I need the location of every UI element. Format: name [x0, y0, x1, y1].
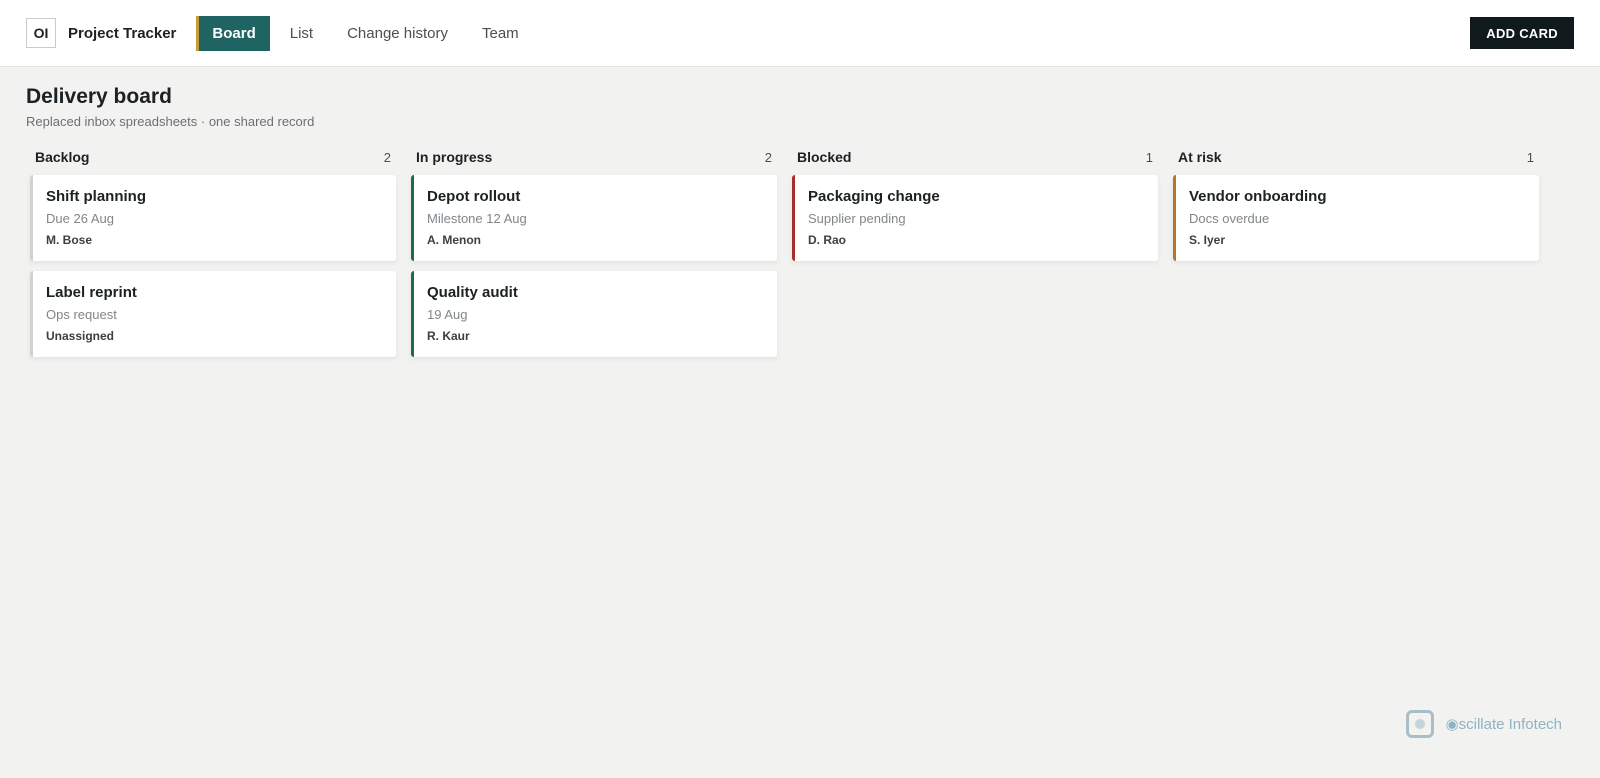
oscillate-logo-icon — [1405, 710, 1434, 738]
add-card-button[interactable]: ADD CARD — [1470, 17, 1574, 49]
page-subtitle: Replaced inbox spreadsheets · one shared… — [26, 114, 315, 129]
card-meta: Docs overdue — [1189, 211, 1270, 226]
tab-change-history[interactable]: Change history — [333, 16, 462, 51]
card-owner: A. Menon — [427, 233, 481, 247]
card-title: Label reprint — [46, 284, 137, 301]
card-owner: R. Kaur — [427, 329, 470, 343]
watermark-o-icon: ◉ — [1445, 716, 1459, 733]
app-title: Project Tracker — [68, 24, 177, 42]
column-header: Backlog 2 — [30, 147, 396, 167]
page-header: Delivery board Replaced inbox spreadshee… — [0, 67, 1600, 129]
tab-board[interactable]: Board — [196, 15, 270, 51]
top-bar: OI Project Tracker Board List Change his… — [0, 0, 1600, 67]
card-label-reprint[interactable]: Label reprint Ops request Unassigned — [30, 271, 396, 357]
card-owner: M. Bose — [46, 233, 93, 247]
watermark-text: scillate Infotech — [1458, 715, 1562, 733]
column-backlog: Backlog 2 Shift planning Due 26 Aug M. B… — [30, 147, 396, 367]
column-in-progress: In progress 2 Depot rollout Milestone 12… — [411, 147, 777, 367]
app-logo[interactable]: OI — [26, 18, 56, 48]
card-title: Vendor onboarding — [1189, 188, 1327, 205]
column-title: Blocked — [797, 149, 852, 165]
page-title: Delivery board — [26, 85, 172, 108]
card-meta: Due 26 Aug — [46, 211, 114, 226]
column-title: Backlog — [35, 149, 90, 165]
card-packaging-change[interactable]: Packaging change Supplier pending D. Rao — [792, 175, 1158, 261]
column-count: 2 — [383, 149, 391, 165]
card-title: Shift planning — [46, 188, 146, 205]
column-blocked: Blocked 1 Packaging change Supplier pend… — [792, 147, 1158, 367]
column-title: In progress — [416, 149, 493, 165]
column-header: At risk 1 — [1173, 147, 1539, 167]
column-count: 2 — [764, 149, 772, 165]
column-count: 1 — [1526, 149, 1534, 165]
main-nav: Board List Change history Team — [196, 0, 538, 66]
column-header: In progress 2 — [411, 147, 777, 167]
tab-list[interactable]: List — [276, 16, 327, 51]
card-meta: Milestone 12 Aug — [427, 211, 527, 226]
column-at-risk: At risk 1 Vendor onboarding Docs overdue… — [1173, 147, 1539, 367]
card-title: Quality audit — [427, 284, 518, 301]
card-meta: Supplier pending — [808, 211, 906, 226]
card-vendor-onboarding[interactable]: Vendor onboarding Docs overdue S. Iyer — [1173, 175, 1539, 261]
company-watermark: ◉ scillate Infotech — [1405, 710, 1562, 738]
card-owner: S. Iyer — [1189, 233, 1226, 247]
column-header: Blocked 1 — [792, 147, 1158, 167]
logo-text: OI — [33, 25, 49, 41]
card-meta: Ops request — [46, 307, 117, 322]
card-depot-rollout[interactable]: Depot rollout Milestone 12 Aug A. Menon — [411, 175, 777, 261]
tab-team[interactable]: Team — [468, 16, 533, 51]
card-meta: 19 Aug — [427, 307, 468, 322]
kanban-board: Backlog 2 Shift planning Due 26 Aug M. B… — [0, 129, 1600, 367]
card-owner: Unassigned — [46, 329, 115, 343]
card-shift-planning[interactable]: Shift planning Due 26 Aug M. Bose — [30, 175, 396, 261]
column-count: 1 — [1145, 149, 1153, 165]
card-title: Packaging change — [808, 188, 940, 205]
card-quality-audit[interactable]: Quality audit 19 Aug R. Kaur — [411, 271, 777, 357]
card-title: Depot rollout — [427, 188, 521, 205]
column-title: At risk — [1178, 149, 1222, 165]
card-owner: D. Rao — [808, 233, 847, 247]
